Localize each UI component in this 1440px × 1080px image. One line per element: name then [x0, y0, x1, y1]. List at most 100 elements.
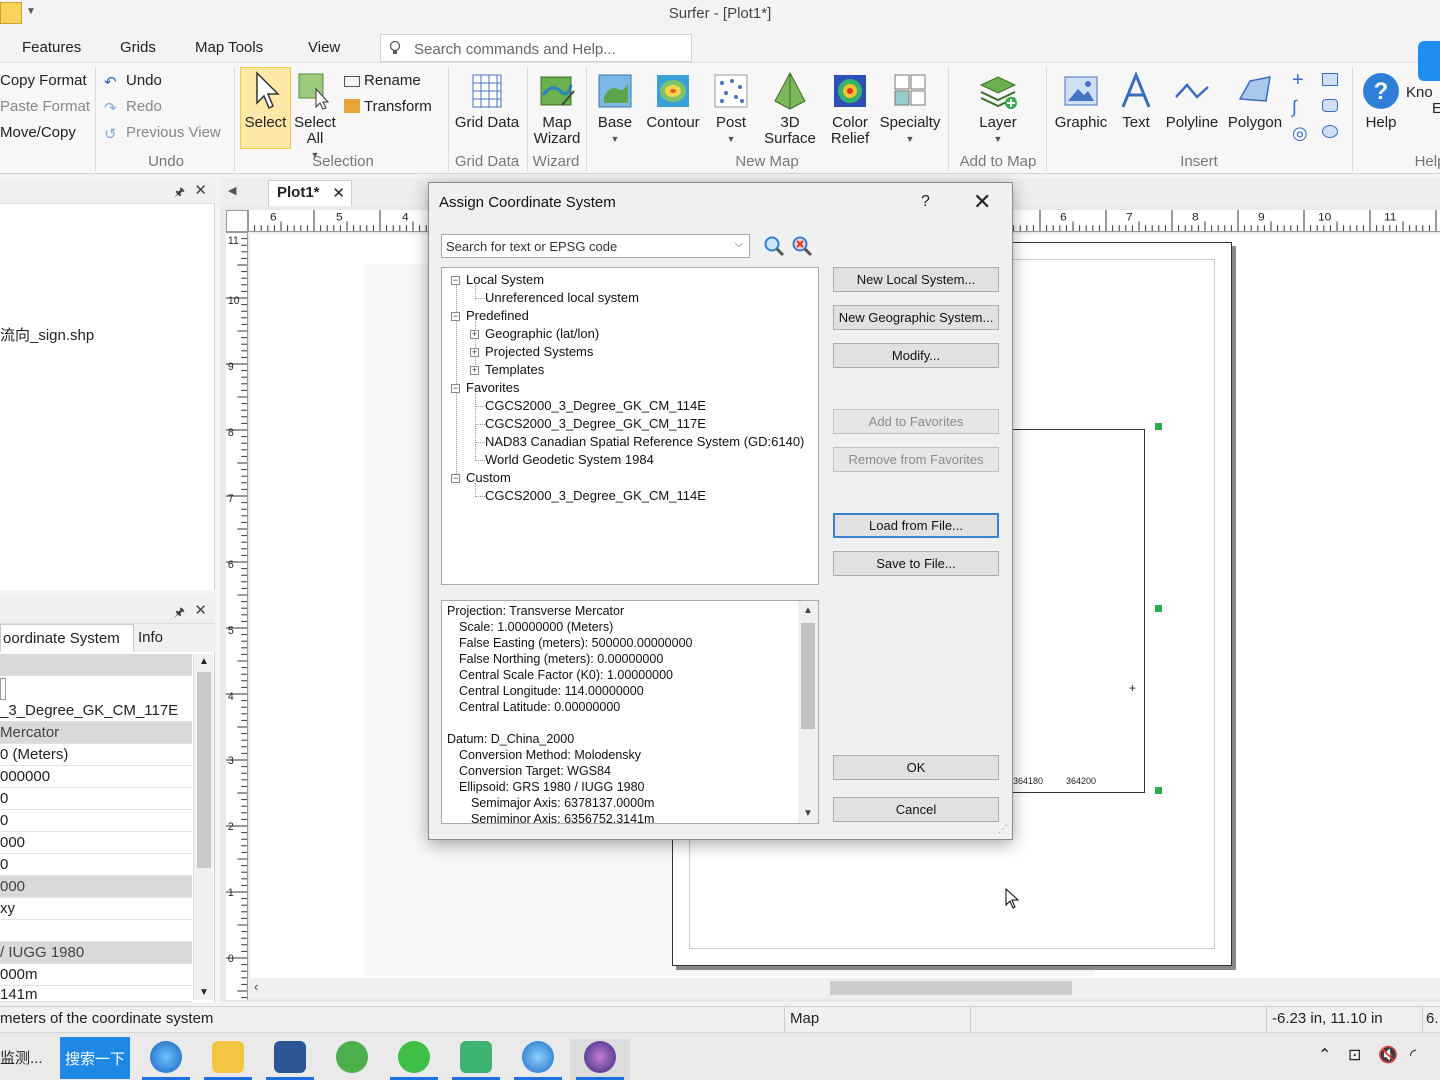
tree-node-custom[interactable]: Custom [466, 470, 511, 485]
pin-icon[interactable]: 🖈 [174, 603, 185, 624]
taskbar-search-app[interactable] [508, 1039, 568, 1080]
help-button[interactable]: ? Help [1358, 71, 1404, 131]
tree-node-custom-item[interactable]: CGCS2000_3_Degree_GK_CM_114E [485, 488, 706, 503]
tray-network-icon[interactable]: ⊡ [1348, 1045, 1361, 1065]
modify-button[interactable]: Modify... [833, 343, 999, 368]
scroll-thumb[interactable] [197, 672, 211, 868]
collapse-icon[interactable]: − [451, 474, 460, 483]
taskbar-file-explorer[interactable] [198, 1039, 258, 1080]
tree-node-templates[interactable]: Templates [485, 362, 544, 377]
close-icon[interactable]: ✕ [194, 181, 207, 199]
polygon-button[interactable]: Polygon [1222, 71, 1288, 131]
tab-plot1[interactable]: Plot1* ✕ [268, 180, 352, 206]
ellipse-icon[interactable] [1322, 123, 1342, 140]
tree-node-geographic[interactable]: Geographic (lat/lon) [485, 326, 599, 341]
layer-button[interactable]: Layer ▼ [960, 71, 1036, 147]
move-copy-button[interactable]: Move/Copy [0, 124, 76, 141]
tree-node-local-system[interactable]: Local System [466, 272, 544, 287]
scroll-thumb[interactable] [801, 623, 815, 729]
details-scrollbar[interactable]: ▲ ▼ [798, 601, 818, 823]
rounded-rectangle-icon[interactable] [1322, 97, 1342, 114]
undo-button[interactable]: ↶ Undo [104, 72, 162, 91]
taskbar-search-button[interactable]: 搜索一下 [60, 1037, 130, 1079]
menu-map-tools[interactable]: Map Tools [195, 39, 263, 56]
dialog-help-button[interactable]: ? [921, 193, 930, 211]
taskbar-green-app[interactable] [322, 1039, 382, 1080]
taskbar-wechat[interactable] [384, 1039, 444, 1080]
ellipse-ring-icon[interactable]: ◎ [1292, 123, 1308, 144]
tree-node-favorites[interactable]: Favorites [466, 380, 519, 395]
command-search-box[interactable]: Search commands and Help... [380, 34, 692, 62]
tray-chevron-up-icon[interactable]: ⌃ [1318, 1045, 1331, 1065]
dialog-close-icon[interactable]: ✕ [973, 189, 991, 215]
property-scrollbar[interactable]: ▲ ▼ [193, 654, 213, 1000]
new-local-system-button[interactable]: New Local System... [833, 267, 999, 292]
scroll-up-icon[interactable]: ▲ [803, 605, 813, 616]
redo-button[interactable]: ↷ Redo [104, 98, 162, 117]
previous-view-button[interactable]: ↺ Previous View [104, 124, 221, 143]
save-to-file-button[interactable]: Save to File... [833, 551, 999, 576]
add-to-favorites-button[interactable]: Add to Favorites [833, 409, 999, 434]
post-map-button[interactable]: Post ▼ [708, 71, 754, 147]
copy-format-button[interactable]: Copy Format [0, 72, 87, 89]
taskbar-word[interactable] [260, 1039, 320, 1080]
transform-button[interactable]: Transform [344, 98, 432, 115]
property-input[interactable] [0, 678, 6, 700]
taskbar-browser[interactable] [136, 1039, 196, 1080]
tree-node-favorite[interactable]: NAD83 Canadian Spatial Reference System … [485, 434, 804, 449]
spline-icon[interactable]: ∫ [1292, 97, 1297, 118]
new-geographic-system-button[interactable]: New Geographic System... [833, 305, 999, 330]
ok-button[interactable]: OK [833, 755, 999, 780]
rename-button[interactable]: Rename [344, 72, 421, 89]
pin-icon[interactable]: 🖈 [174, 183, 185, 204]
3d-surface-button[interactable]: 3D Surface [756, 71, 824, 147]
scroll-left-icon[interactable]: ‹ [254, 979, 258, 994]
expand-icon[interactable]: + [470, 330, 479, 339]
polyline-button[interactable]: Polyline [1162, 71, 1222, 131]
search-icon[interactable] [763, 235, 785, 257]
symbol-icon[interactable]: + [1292, 69, 1304, 92]
tab-scroll-left-icon[interactable]: ◀ [228, 184, 236, 197]
tree-node-favorite[interactable]: World Geodetic System 1984 [485, 452, 654, 467]
color-relief-button[interactable]: Color Relief [826, 71, 874, 147]
collapse-icon[interactable]: − [451, 384, 460, 393]
expand-icon[interactable]: + [470, 348, 479, 357]
tree-node-favorite[interactable]: CGCS2000_3_Degree_GK_CM_117E [485, 416, 706, 431]
taskbar-surfer[interactable] [570, 1039, 630, 1080]
graphic-button[interactable]: Graphic [1052, 71, 1110, 131]
coordinate-search-input[interactable]: Search for text or EPSG code ⌵ [441, 234, 750, 258]
tree-node-unreferenced[interactable]: Unreferenced local system [485, 290, 639, 305]
text-button[interactable]: Text [1112, 71, 1160, 131]
taskbar-chat-app[interactable] [446, 1039, 506, 1080]
tray-volume-icon[interactable]: 🔇 [1378, 1045, 1398, 1065]
scroll-thumb[interactable] [830, 981, 1072, 995]
collapse-icon[interactable]: − [451, 276, 460, 285]
property-row[interactable]: _3_Degree_GK_CM_117E [0, 700, 192, 722]
tree-node-favorite[interactable]: CGCS2000_3_Degree_GK_CM_114E [485, 398, 706, 413]
rectangle-icon[interactable] [1322, 71, 1342, 88]
menu-features[interactable]: Features [22, 39, 81, 56]
select-all-button[interactable]: Select All ▼ [292, 71, 338, 163]
paste-format-button[interactable]: Paste Format [0, 98, 90, 115]
knowledge-base-button[interactable]: Kno E [1406, 41, 1440, 117]
contour-map-button[interactable]: Contour [640, 71, 706, 131]
scroll-down-icon[interactable]: ▼ [199, 987, 209, 998]
object-item-shapefile[interactable]: 流向_sign.shp [0, 324, 94, 345]
menu-view[interactable]: View [308, 39, 340, 56]
close-icon[interactable]: ✕ [194, 601, 207, 619]
grid-data-button[interactable]: Grid Data [454, 71, 520, 131]
tab-info[interactable]: Info [136, 624, 186, 652]
scroll-up-icon[interactable]: ▲ [199, 656, 209, 667]
menu-grids[interactable]: Grids [120, 39, 156, 56]
horizontal-scrollbar[interactable]: ‹ [248, 978, 1440, 998]
expand-icon[interactable]: + [470, 366, 479, 375]
scroll-down-icon[interactable]: ▼ [803, 808, 813, 819]
select-button[interactable]: Select [240, 71, 291, 131]
tray-wifi-icon[interactable]: ◜ [1410, 1045, 1416, 1065]
selection-handle[interactable] [1155, 605, 1162, 612]
tree-node-projected[interactable]: Projected Systems [485, 344, 593, 359]
map-wizard-button[interactable]: Map Wizard [530, 71, 584, 147]
selection-handle[interactable] [1155, 423, 1162, 430]
load-from-file-button[interactable]: Load from File... [833, 513, 999, 538]
specialty-map-button[interactable]: Specialty ▼ [876, 71, 944, 147]
